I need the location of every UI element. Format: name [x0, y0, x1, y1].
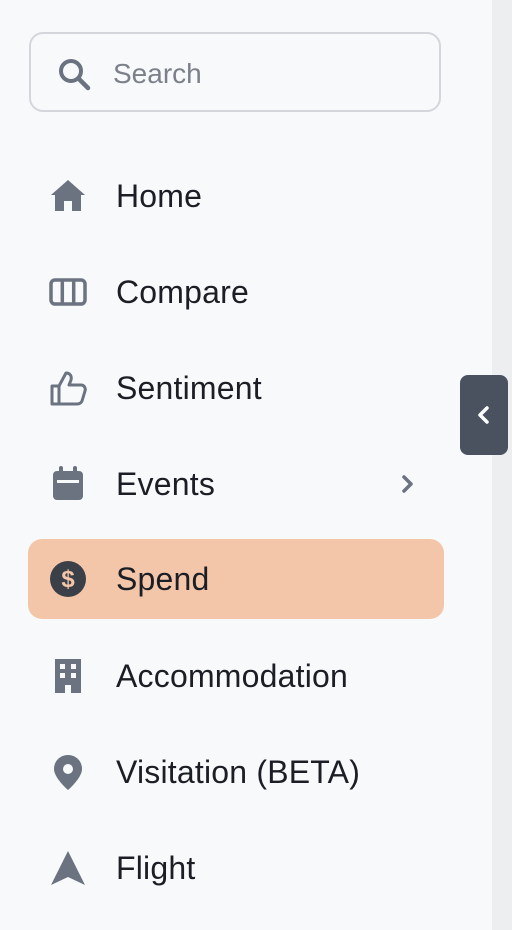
sidebar-item-label: Visitation (BETA): [116, 753, 361, 790]
sidebar-item-visitation[interactable]: Visitation (BETA): [28, 732, 444, 812]
sidebar-item-spend[interactable]: $ Spend: [28, 539, 444, 619]
thumbs-up-icon: [48, 368, 88, 408]
svg-text:$: $: [61, 566, 75, 593]
sidebar-item-label: Accommodation: [116, 657, 349, 694]
sidebar: Home Compare Sentiment: [0, 0, 492, 930]
sidebar-item-home[interactable]: Home: [28, 156, 444, 236]
search-icon: [59, 59, 91, 91]
sidebar-item-label: Home: [116, 177, 203, 214]
sidebar-item-label: Spend: [116, 560, 210, 597]
dollar-circle-icon: $: [48, 559, 88, 599]
scroll-strip: [492, 0, 512, 930]
sidebar-item-compare[interactable]: Compare: [28, 252, 444, 332]
sidebar-item-flight[interactable]: Flight: [28, 828, 444, 908]
sidebar-item-label: Flight: [116, 849, 196, 886]
collapse-sidebar-button[interactable]: [460, 375, 508, 455]
building-icon: [48, 656, 88, 696]
sidebar-item-label: Events: [116, 465, 216, 502]
columns-icon: [48, 272, 88, 312]
map-pin-icon: [48, 752, 88, 792]
chevron-left-icon: [478, 406, 489, 424]
search-box[interactable]: [29, 32, 441, 112]
sidebar-item-sentiment[interactable]: Sentiment: [28, 348, 444, 428]
calendar-icon: [48, 464, 88, 504]
sidebar-item-events[interactable]: Events: [28, 444, 444, 524]
navigation-arrow-icon: [48, 848, 88, 888]
chevron-right-icon: [402, 475, 413, 493]
search-input[interactable]: [111, 48, 425, 100]
sidebar-item-accommodation[interactable]: Accommodation: [28, 636, 444, 716]
home-icon: [48, 176, 88, 216]
sidebar-item-label: Compare: [116, 273, 250, 310]
sidebar-item-label: Sentiment: [116, 369, 262, 406]
